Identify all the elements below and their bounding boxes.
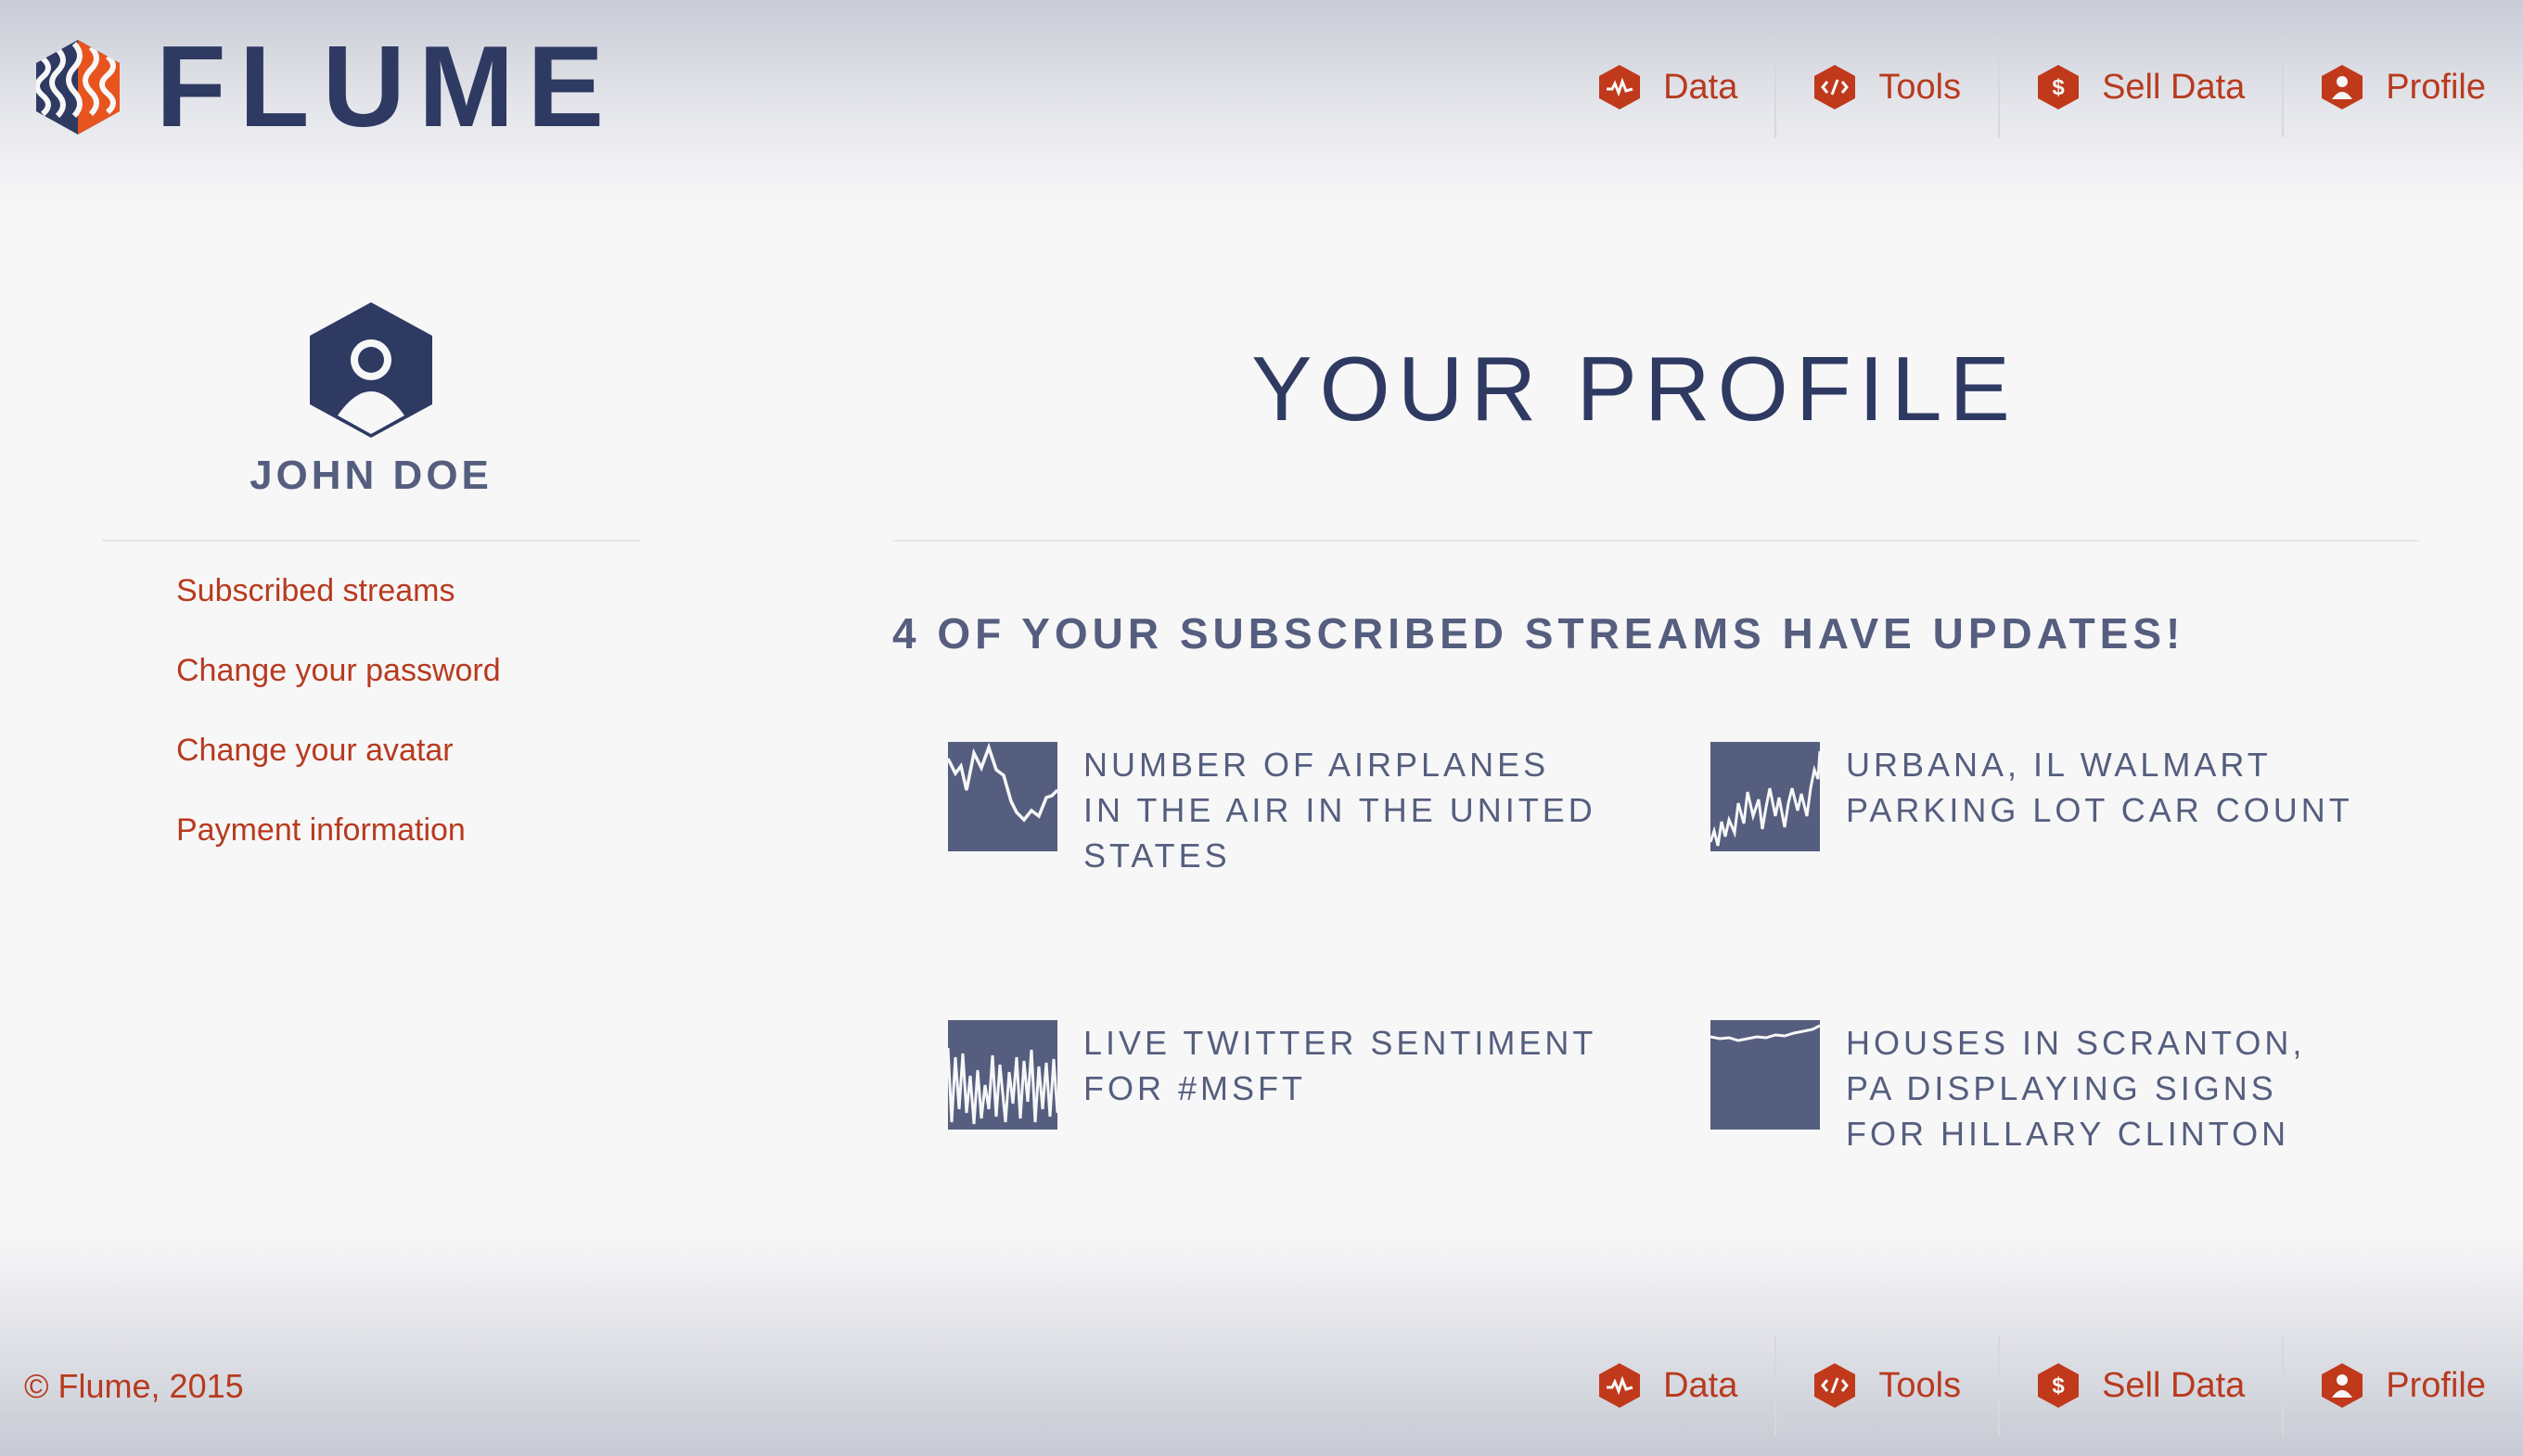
svg-text:$: $ bbox=[2052, 75, 2065, 100]
dollar-hex-icon: $ bbox=[2038, 65, 2080, 109]
code-hex-icon bbox=[1814, 1363, 1856, 1408]
footer-nav-sell-data-label: Sell Data bbox=[2102, 1365, 2246, 1405]
nav-sell-data[interactable]: $ Sell Data bbox=[2000, 37, 2285, 137]
copyright: © Flume, 2015 bbox=[24, 1367, 244, 1405]
nav-data-label: Data bbox=[1663, 67, 1738, 107]
sparkline-thumbnail bbox=[948, 1020, 1057, 1130]
sparkline-thumbnail bbox=[1710, 1020, 1820, 1130]
nav-sell-data-label: Sell Data bbox=[2102, 67, 2246, 107]
footer-nav-data[interactable]: Data bbox=[1561, 1335, 1777, 1436]
page-title: YOUR PROFILE bbox=[1251, 338, 2017, 440]
header: FLUME Data Tools $ Sell Data Profile bbox=[0, 0, 2523, 204]
stream-card[interactable]: NUMBER OF AIRPLANES IN THE AIR IN THE UN… bbox=[948, 742, 1597, 890]
footer-nav-tools-label: Tools bbox=[1878, 1365, 1962, 1405]
nav-data[interactable]: Data bbox=[1561, 37, 1777, 137]
user-avatar-icon bbox=[310, 302, 432, 438]
stream-title: HOUSES IN SCRANTON, PA DISPLAYING SIGNS … bbox=[1846, 1024, 2306, 1153]
stream-card[interactable]: LIVE TWITTER SENTIMENT FOR #MSFT bbox=[948, 1020, 1597, 1169]
nav-tools-label: Tools bbox=[1878, 67, 1962, 107]
dollar-hex-icon: $ bbox=[2038, 1363, 2080, 1408]
user-hex-icon bbox=[2322, 65, 2363, 109]
svg-text:$: $ bbox=[2052, 1373, 2065, 1399]
sparkline-thumbnail bbox=[1710, 742, 1820, 851]
sparkline-thumbnail bbox=[948, 742, 1057, 851]
sidebar-link-change-avatar[interactable]: Change your avatar bbox=[176, 733, 454, 769]
stream-card[interactable]: URBANA, IL WALMART PARKING LOT CAR COUNT bbox=[1710, 742, 2360, 890]
footer-nav-data-label: Data bbox=[1663, 1365, 1738, 1405]
sidebar-link-change-password[interactable]: Change your password bbox=[176, 653, 501, 689]
footer-nav-profile[interactable]: Profile bbox=[2284, 1335, 2523, 1436]
flume-logo-icon bbox=[36, 40, 120, 134]
logo[interactable]: FLUME bbox=[33, 30, 617, 145]
stream-title: LIVE TWITTER SENTIMENT FOR #MSFT bbox=[1083, 1024, 1596, 1107]
user-hex-icon bbox=[2322, 1363, 2363, 1408]
divider bbox=[892, 540, 2419, 542]
nav-profile-label: Profile bbox=[2386, 67, 2486, 107]
footer-nav-sell-data[interactable]: $ Sell Data bbox=[2000, 1335, 2285, 1436]
sidebar-link-subscribed-streams[interactable]: Subscribed streams bbox=[176, 573, 455, 609]
user-name: JOHN DOE bbox=[250, 453, 493, 498]
footer-nav-tools[interactable]: Tools bbox=[1776, 1335, 2001, 1436]
nav-tools[interactable]: Tools bbox=[1776, 37, 2001, 137]
code-hex-icon bbox=[1814, 65, 1856, 109]
top-nav: Data Tools $ Sell Data Profile bbox=[1561, 37, 2523, 137]
sidebar-link-payment-information[interactable]: Payment information bbox=[176, 812, 466, 849]
chart-hex-icon bbox=[1599, 1363, 1641, 1408]
footer-nav-profile-label: Profile bbox=[2386, 1365, 2486, 1405]
divider bbox=[102, 540, 640, 542]
stream-title: URBANA, IL WALMART PARKING LOT CAR COUNT bbox=[1846, 746, 2353, 829]
nav-profile[interactable]: Profile bbox=[2284, 37, 2523, 137]
stream-title: NUMBER OF AIRPLANES IN THE AIR IN THE UN… bbox=[1083, 746, 1596, 875]
updates-heading: 4 OF YOUR SUBSCRIBED STREAMS HAVE UPDATE… bbox=[892, 609, 2185, 658]
user-avatar[interactable] bbox=[306, 300, 436, 444]
chart-hex-icon bbox=[1599, 65, 1641, 109]
footer-nav: Data Tools $ Sell Data Profile bbox=[1561, 1335, 2523, 1436]
brand-name: FLUME bbox=[156, 23, 618, 151]
stream-card[interactable]: HOUSES IN SCRANTON, PA DISPLAYING SIGNS … bbox=[1710, 1020, 2360, 1169]
